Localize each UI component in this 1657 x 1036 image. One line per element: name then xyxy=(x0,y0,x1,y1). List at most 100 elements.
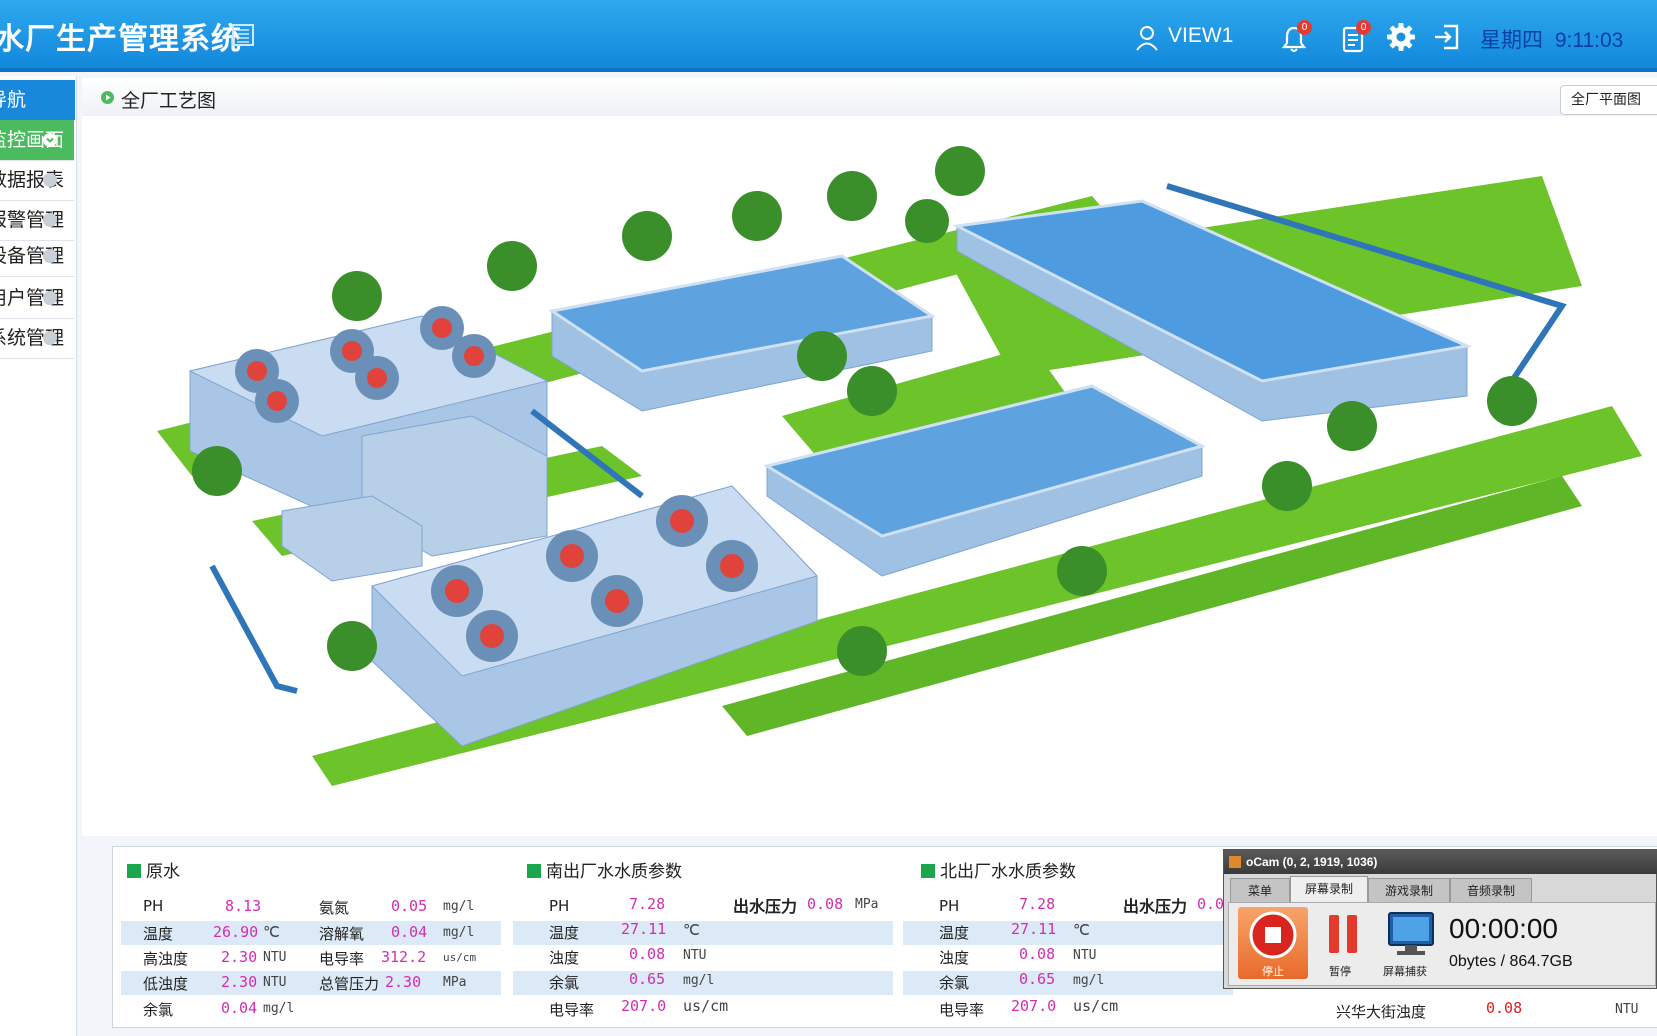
ocam-stop-label: 停止 xyxy=(1262,965,1284,978)
south-label: 温度 xyxy=(549,924,580,942)
raw-label: 氨氮 xyxy=(319,899,350,917)
north-value: 7.28 xyxy=(1019,895,1056,913)
raw-unit: NTU xyxy=(263,975,287,990)
page-title: 全厂工艺图 xyxy=(121,90,217,112)
sidebar: 导航 监控画面 数据报表 报警管理 设备管理 用户管理 系统管理 xyxy=(0,76,77,1036)
ocam-tab-screen-record[interactable]: 屏幕录制 xyxy=(1290,876,1368,903)
raw-value: 8.13 xyxy=(225,897,262,915)
ocam-tab-menu[interactable]: 菜单 xyxy=(1230,878,1290,903)
raw-water-title: 原水 xyxy=(127,857,180,882)
ocam-logo-icon xyxy=(1229,856,1241,868)
ocam-tab-audio-record[interactable]: 音频录制 xyxy=(1450,878,1532,903)
north-unit: ℃ xyxy=(1073,921,1090,939)
ocam-size: 0bytes / 864.7GB xyxy=(1449,953,1573,970)
raw-label: 温度 xyxy=(143,925,174,943)
weekday: 星期四 xyxy=(1480,29,1543,52)
south-unit: ℃ xyxy=(683,921,700,939)
north-label: 电导率 xyxy=(939,1001,985,1019)
raw-unit: ℃ xyxy=(263,923,280,941)
raw-unit: mg/l xyxy=(443,925,475,940)
ocam-timer: 00:00:00 xyxy=(1449,913,1558,944)
ocam-capture-label: 屏幕捕获 xyxy=(1383,965,1427,978)
south-pressure-label: 出水压力 xyxy=(733,897,798,916)
notifications-button[interactable]: 0 xyxy=(1279,20,1313,54)
sidebar-item-monitor[interactable]: 监控画面 xyxy=(0,120,74,161)
south-value: 207.0 xyxy=(621,997,667,1015)
chevron-down-icon xyxy=(43,133,57,147)
south-label: 浊度 xyxy=(549,949,580,967)
street-label: 兴华大街浊度 xyxy=(1336,1003,1427,1021)
north-label: PH xyxy=(939,897,960,915)
raw-label: 电导率 xyxy=(319,950,365,968)
gear-icon[interactable] xyxy=(1386,22,1416,52)
south-pressure-value: 0.08 xyxy=(807,895,844,913)
ocam-controls: 停止 暂停 屏幕捕获 00:00:00 0bytes / 864.7GB xyxy=(1228,902,1656,986)
street-unit: NTU xyxy=(1615,1002,1639,1017)
raw-label: 低浊度 xyxy=(143,975,189,993)
south-unit: NTU xyxy=(683,948,707,963)
app-title: 水厂生产管理系统 xyxy=(0,22,242,57)
menu-list-icon[interactable] xyxy=(232,24,254,46)
sidebar-item-users[interactable]: 用户管理 xyxy=(0,278,74,319)
north-label: 浊度 xyxy=(939,949,970,967)
ocam-stop-button[interactable]: 停止 xyxy=(1238,907,1308,979)
south-label: 电导率 xyxy=(549,1001,595,1019)
stop-record-icon xyxy=(1249,911,1297,959)
header-bar: 水厂生产管理系统 VIEW1 0 0 星期四 9:11:03 xyxy=(0,0,1657,72)
south-unit: us/cm xyxy=(683,997,729,1015)
monitor-icon xyxy=(1388,912,1434,955)
raw-label: 总管压力 xyxy=(319,975,380,993)
north-value: 27.11 xyxy=(1011,920,1057,938)
sidebar-item-system[interactable]: 系统管理 xyxy=(0,318,74,359)
raw-label: 余氯 xyxy=(143,1001,174,1019)
south-label: PH xyxy=(549,897,570,915)
raw-unit: mg/l xyxy=(443,899,475,914)
user-icon[interactable] xyxy=(1135,25,1159,51)
sidebar-item-alarms[interactable]: 报警管理 xyxy=(0,200,74,241)
north-value: 207.0 xyxy=(1011,997,1057,1015)
plant-plan-button[interactable]: 全厂平面图 xyxy=(1560,85,1657,115)
raw-unit: MPa xyxy=(443,975,467,990)
sidebar-item-equipment[interactable]: 设备管理 xyxy=(0,236,74,277)
north-unit: us/cm xyxy=(1073,997,1119,1015)
section-marker-icon xyxy=(921,864,935,878)
ocam-recorder-window[interactable]: oCam (0, 2, 1919, 1036) 菜单 屏幕录制 游戏录制 音频录… xyxy=(1223,849,1657,989)
pause-icon xyxy=(1329,915,1357,953)
section-marker-icon xyxy=(527,864,541,878)
raw-value: 0.04 xyxy=(391,923,428,941)
south-value: 27.11 xyxy=(621,920,667,938)
ocam-capture-button[interactable]: 屏幕捕获 xyxy=(1379,907,1443,979)
north-pressure-value: 0.0 xyxy=(1197,895,1225,913)
chevron-right-icon xyxy=(43,173,57,187)
south-value: 0.08 xyxy=(629,945,666,963)
tasks-badge: 0 xyxy=(1356,20,1371,35)
raw-value: 26.90 xyxy=(213,923,259,941)
breadcrumb: 全厂工艺图 xyxy=(82,78,1657,117)
south-unit: mg/l xyxy=(683,973,715,988)
north-value: 0.65 xyxy=(1019,970,1056,988)
plant-illustration xyxy=(157,146,1642,786)
tasks-button[interactable]: 0 xyxy=(1338,20,1372,54)
chevron-right-icon xyxy=(43,291,57,305)
raw-value: 312.2 xyxy=(381,948,427,966)
sidebar-item-reports[interactable]: 数据报表 xyxy=(0,160,74,201)
notifications-badge: 0 xyxy=(1297,20,1312,35)
north-label: 温度 xyxy=(939,924,970,942)
logout-icon[interactable] xyxy=(1432,22,1462,52)
section-marker-icon xyxy=(127,864,141,878)
south-pressure-unit: MPa xyxy=(855,897,879,912)
ocam-tab-game-record[interactable]: 游戏录制 xyxy=(1368,878,1450,903)
ocam-pause-button[interactable]: 暂停 xyxy=(1315,907,1373,979)
raw-value: 2.30 xyxy=(385,973,422,991)
north-label: 余氯 xyxy=(939,974,970,992)
north-outlet-title: 北出厂水水质参数 xyxy=(921,857,1076,882)
street-value: 0.08 xyxy=(1486,999,1523,1017)
south-value: 7.28 xyxy=(629,895,666,913)
time: 9:11:03 xyxy=(1554,29,1624,52)
raw-label: PH xyxy=(143,897,164,915)
raw-value: 0.05 xyxy=(391,897,428,915)
ocam-title: oCam (0, 2, 1919, 1036) xyxy=(1224,850,1657,874)
user-name[interactable]: VIEW1 xyxy=(1168,24,1233,48)
raw-value: 0.04 xyxy=(221,999,258,1017)
ocam-pause-label: 暂停 xyxy=(1329,965,1351,978)
